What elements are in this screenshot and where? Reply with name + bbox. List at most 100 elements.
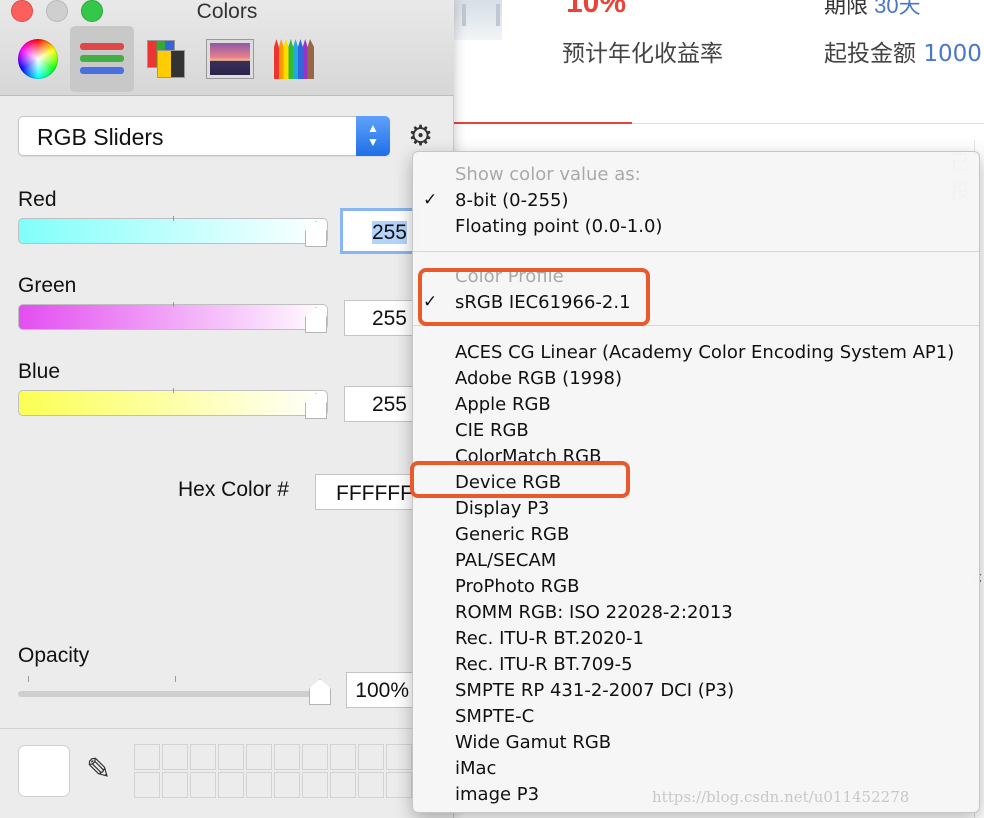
menu-item-profile[interactable]: ACES CG Linear (Academy Color Encoding S… <box>455 342 954 363</box>
highlight-box-device-rgb <box>410 461 630 498</box>
hex-color-label: Hex Color # <box>178 478 289 501</box>
color-palettes-icon <box>147 40 185 78</box>
menu-item-profile[interactable]: Display P3 <box>455 498 549 519</box>
pencils-icon <box>274 39 314 79</box>
color-swatch[interactable] <box>246 772 272 798</box>
menu-item-profile[interactable]: iMac <box>455 758 496 779</box>
color-swatch[interactable] <box>190 772 216 798</box>
slider-tick <box>173 216 174 221</box>
color-swatch[interactable] <box>190 744 216 770</box>
eyedropper-icon[interactable]: ✎ <box>86 752 111 787</box>
menu-item-profile[interactable]: SMPTE RP 431-2-2007 DCI (P3) <box>455 680 734 701</box>
amount-label: 起投金额 <box>824 41 916 67</box>
green-slider-thumb[interactable] <box>305 307 327 333</box>
image-palettes-tab[interactable] <box>198 26 262 92</box>
gear-icon[interactable]: ⚙ <box>408 120 433 152</box>
menu-item-profile[interactable]: image P3 <box>455 784 539 805</box>
color-swatch[interactable] <box>330 744 356 770</box>
menu-item-profile[interactable]: PAL/SECAM <box>455 550 556 571</box>
color-palettes-tab[interactable] <box>134 26 198 92</box>
menu-item-profile[interactable]: Apple RGB <box>455 394 551 415</box>
highlight-box-srgb <box>418 268 650 326</box>
slider-tick <box>175 676 176 682</box>
building-image <box>454 0 502 40</box>
select-arrows-icon: ▲ ▼ <box>356 116 390 156</box>
checkmark-icon: ✓ <box>423 190 438 209</box>
menu-item-profile[interactable]: ROMM RGB: ISO 22028-2:2013 <box>455 602 733 623</box>
red-slider-thumb[interactable] <box>305 221 327 247</box>
color-swatch[interactable] <box>330 772 356 798</box>
color-swatch[interactable] <box>218 772 244 798</box>
menu-item-profile[interactable]: Rec. ITU-R BT.2020-1 <box>455 628 644 649</box>
rate-value: 10% <box>566 0 627 19</box>
tab-divider <box>632 123 984 124</box>
blue-label: Blue <box>18 360 61 383</box>
term-label: 期限 <box>824 0 869 18</box>
menu-item-profile[interactable]: SMPTE-C <box>455 706 534 727</box>
amount-info: 起投金额 1000 <box>824 34 982 68</box>
color-sliders-icon <box>80 41 124 77</box>
color-wheel-icon <box>18 39 58 79</box>
menu-divider <box>413 251 979 252</box>
opacity-slider[interactable] <box>18 691 322 697</box>
color-sliders-tab[interactable] <box>70 26 134 92</box>
blue-slider-thumb[interactable] <box>305 393 327 419</box>
color-swatch[interactable] <box>302 744 328 770</box>
green-value-field[interactable]: 255 <box>344 300 416 336</box>
green-label: Green <box>18 274 77 297</box>
color-swatch[interactable] <box>162 772 188 798</box>
menu-item-profile[interactable]: Rec. ITU-R BT.709-5 <box>455 654 633 675</box>
menu-item-profile[interactable]: ProPhoto RGB <box>455 576 579 597</box>
blue-value-field[interactable]: 255 <box>344 386 416 422</box>
slider-mode-value: RGB Sliders <box>37 124 164 150</box>
term-value: 30天 <box>874 0 921 18</box>
menu-scrollbar[interactable] <box>970 156 977 806</box>
window-title: Colors <box>196 0 258 23</box>
hex-color-field[interactable]: FFFFFF <box>315 474 425 510</box>
pencils-tab[interactable] <box>262 26 326 92</box>
image-palettes-icon <box>207 40 253 78</box>
color-swatch[interactable] <box>246 744 272 770</box>
red-label: Red <box>18 188 57 211</box>
opacity-label: Opacity <box>18 644 90 667</box>
colors-panel: Colors RGB Sliders ▲ ▼ ⚙ Red 255 Green 25… <box>0 0 454 818</box>
color-swatch[interactable] <box>218 744 244 770</box>
menu-item-profile[interactable]: CIE RGB <box>455 420 529 441</box>
color-swatch[interactable] <box>358 772 384 798</box>
current-color-well[interactable] <box>18 745 70 797</box>
color-swatch[interactable] <box>358 744 384 770</box>
color-swatch[interactable] <box>134 772 160 798</box>
color-swatch[interactable] <box>386 772 412 798</box>
blue-slider[interactable] <box>18 388 328 419</box>
rate-label: 预计年化收益率 <box>562 41 723 67</box>
color-swatch[interactable] <box>302 772 328 798</box>
color-swatch[interactable] <box>274 744 300 770</box>
slider-tick <box>28 676 29 682</box>
opacity-slider-thumb[interactable] <box>309 679 331 705</box>
color-swatch[interactable] <box>134 744 160 770</box>
color-swatch[interactable] <box>162 744 188 770</box>
menu-item-profile[interactable]: Wide Gamut RGB <box>455 732 611 753</box>
red-value-field[interactable]: 255 <box>340 208 418 254</box>
active-tab-underline <box>454 122 632 124</box>
menu-item-floating-point[interactable]: Floating point (0.0-1.0) <box>455 216 662 237</box>
menu-header-show-value: Show color value as: <box>455 164 641 185</box>
opacity-value-field[interactable]: 100% <box>346 672 418 708</box>
title-bar: Colors <box>0 0 454 96</box>
slider-tick <box>173 302 174 307</box>
slider-tick <box>173 388 174 393</box>
red-slider[interactable] <box>18 216 328 247</box>
term-info: 期限 30天 <box>824 0 921 20</box>
menu-item-profile[interactable]: Generic RGB <box>455 524 569 545</box>
color-swatch[interactable] <box>274 772 300 798</box>
custom-color-swatches <box>134 744 412 798</box>
green-slider[interactable] <box>18 302 328 333</box>
color-swatch[interactable] <box>386 744 412 770</box>
menu-item-8bit[interactable]: 8-bit (0-255) <box>455 190 569 211</box>
red-value: 255 <box>371 221 407 244</box>
color-wheel-tab[interactable] <box>6 26 70 92</box>
menu-item-profile[interactable]: Adobe RGB (1998) <box>455 368 622 389</box>
watermark: https://blog.csdn.net/u011452278 <box>652 788 910 806</box>
amount-value: 1000 <box>923 41 982 67</box>
slider-mode-select[interactable]: RGB Sliders ▲ ▼ <box>18 116 390 156</box>
